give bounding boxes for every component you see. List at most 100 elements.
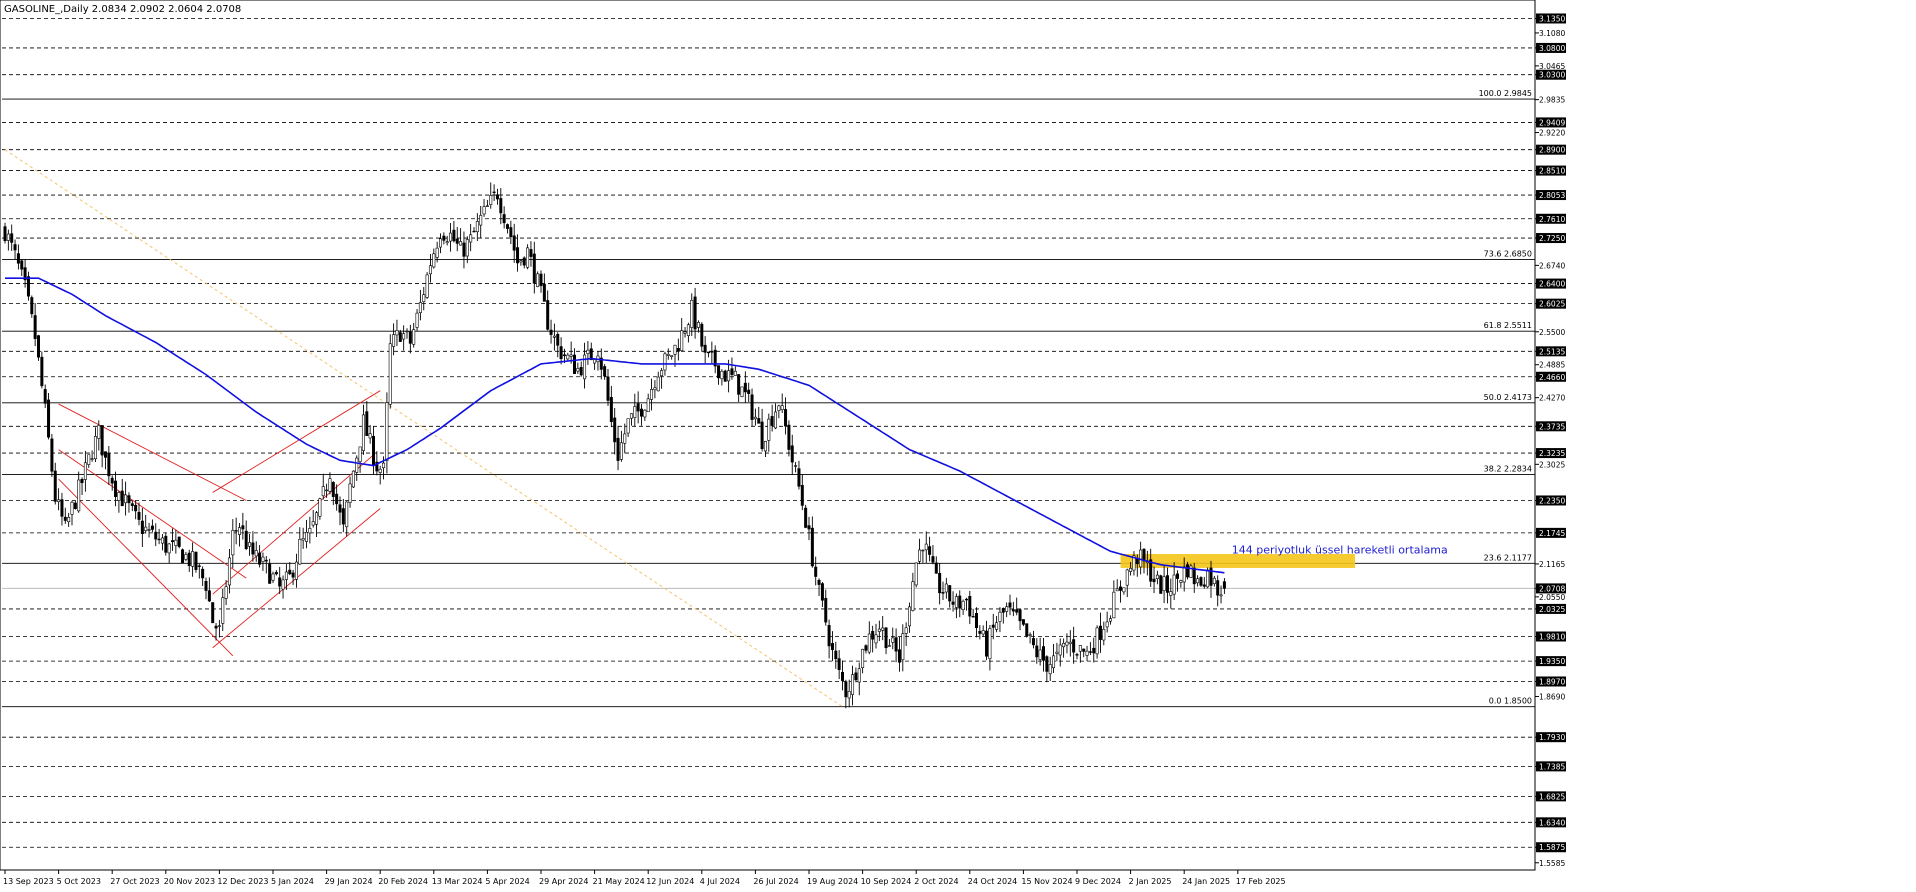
- candle-body: [1078, 645, 1082, 652]
- candle-body: [36, 335, 40, 358]
- candle-body: [834, 650, 838, 660]
- candle-body: [70, 501, 74, 515]
- candle-body: [164, 535, 168, 553]
- candle-body: [1045, 656, 1049, 672]
- candle-body: [800, 485, 804, 506]
- candle-body: [147, 529, 151, 531]
- candle-body: [918, 549, 922, 562]
- candle-body: [891, 637, 895, 643]
- candle-body: [974, 613, 978, 629]
- candle-body: [30, 297, 34, 315]
- fib-level-label: 73.6 2.6850: [1484, 249, 1532, 258]
- candle-body: [114, 480, 118, 497]
- candle-body: [502, 214, 506, 224]
- candle-body: [1152, 578, 1156, 583]
- fib-level-label: 0.0 1.8500: [1489, 697, 1532, 706]
- chart-canvas[interactable]: 100.0 2.9845 73.6 2.6850 61.8 2.5511 50.0 2…: [0, 0, 1916, 888]
- candle-body: [522, 257, 526, 266]
- candle-body: [207, 590, 211, 602]
- candle-body: [495, 194, 499, 200]
- candle-body: [271, 573, 275, 581]
- candle-body: [331, 482, 335, 497]
- fib-level-label: 50.0 2.4173: [1484, 393, 1532, 402]
- candle-body: [797, 468, 801, 487]
- candle-body: [710, 351, 714, 353]
- level-price-label: 2.6400: [1539, 280, 1565, 289]
- candle-body: [871, 630, 875, 640]
- candle-body: [619, 442, 623, 460]
- candle-body: [727, 370, 731, 382]
- candle-body: [1095, 627, 1099, 655]
- fib-level-label: 100.0 2.9845: [1479, 89, 1532, 98]
- candle-body: [636, 403, 640, 412]
- candle-body: [134, 504, 138, 512]
- candle-body: [830, 643, 834, 650]
- candle-body: [767, 418, 771, 441]
- candle-body: [703, 344, 707, 353]
- price-tick-label: 2.6740: [1539, 261, 1565, 270]
- candle-body: [1159, 575, 1163, 594]
- candle-body: [526, 247, 530, 268]
- candle-body: [43, 389, 47, 404]
- candle-body: [790, 445, 794, 463]
- candle-body: [1011, 609, 1015, 612]
- price-tick-label: 1.8690: [1539, 692, 1565, 701]
- candle-body: [455, 238, 459, 244]
- candle-body: [656, 376, 660, 392]
- candle-body: [338, 504, 342, 513]
- candle-body: [485, 205, 489, 207]
- candle-body: [1122, 587, 1126, 593]
- time-tick-label: 10 Sep 2024: [861, 877, 912, 886]
- candle-body: [941, 592, 945, 594]
- candle-body: [958, 595, 962, 609]
- candle-body: [847, 691, 851, 699]
- candle-body: [348, 483, 352, 503]
- candle-body: [16, 253, 20, 264]
- candle-body: [1092, 647, 1096, 654]
- price-chart[interactable]: 100.0 2.9845 73.6 2.6850 61.8 2.5511 50.0 2…: [0, 0, 1916, 888]
- candle-body: [539, 273, 543, 287]
- candle-body: [63, 516, 67, 521]
- candle-body: [924, 543, 928, 551]
- candle-body: [673, 344, 677, 355]
- candle-body: [844, 681, 848, 698]
- candle-body: [87, 454, 91, 465]
- candle-body: [104, 451, 108, 458]
- candle-body: [576, 368, 580, 372]
- time-tick-label: 27 Oct 2023: [110, 877, 159, 886]
- candle-body: [851, 674, 855, 695]
- candle-body: [733, 370, 737, 376]
- candle-body: [395, 330, 399, 336]
- candle-body: [6, 233, 10, 241]
- price-tick-label: 2.4270: [1539, 394, 1565, 403]
- candle-body: [1065, 641, 1069, 646]
- candle-body: [861, 648, 865, 668]
- candle-body: [398, 332, 402, 342]
- candle-body: [325, 489, 329, 492]
- candle-body: [737, 374, 741, 395]
- candle-body: [559, 346, 563, 360]
- candle-body: [428, 265, 432, 275]
- candle-body: [60, 499, 64, 517]
- candle-body: [418, 302, 422, 314]
- candle-body: [1021, 619, 1025, 625]
- candle-body: [650, 389, 654, 400]
- candle-body: [241, 525, 245, 530]
- candle-body: [653, 387, 657, 391]
- candle-body: [355, 457, 359, 473]
- candle-body: [301, 538, 305, 541]
- candle-body: [646, 398, 650, 412]
- candle-body: [298, 538, 302, 565]
- level-price-label: 1.7385: [1539, 762, 1565, 771]
- level-price-label: 1.6340: [1539, 818, 1565, 827]
- candle-body: [171, 540, 175, 543]
- level-price-label: 3.0300: [1539, 71, 1565, 80]
- candle-body: [921, 549, 925, 552]
- candle-body: [187, 552, 191, 567]
- candle-body: [174, 539, 178, 546]
- candle-body: [204, 581, 208, 591]
- candle-body: [321, 486, 325, 497]
- candle-body: [100, 425, 104, 456]
- candle-body: [954, 596, 958, 608]
- candle-body: [938, 572, 942, 594]
